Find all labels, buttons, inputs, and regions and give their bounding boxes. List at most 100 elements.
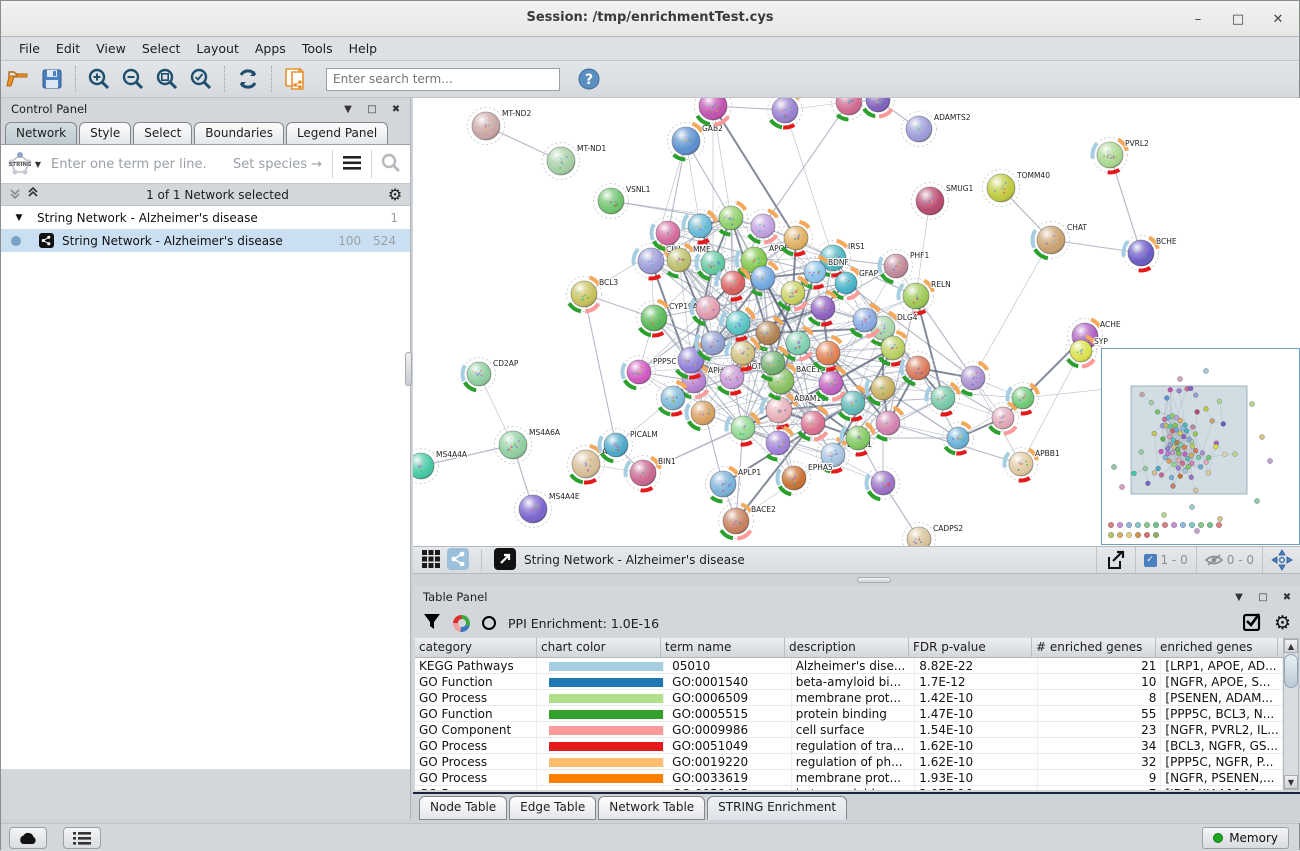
- network-from-file-button[interactable]: [278, 64, 312, 94]
- protein-node-vsnl1[interactable]: VSNL1: [594, 184, 651, 219]
- tree-expand-icon[interactable]: ▼: [9, 213, 29, 223]
- protein-node-picalm[interactable]: PICALM: [600, 429, 658, 462]
- tab-network[interactable]: Network: [5, 122, 77, 144]
- scroll-thumb[interactable]: [1284, 654, 1298, 688]
- tab-edge-table[interactable]: Edge Table: [509, 796, 596, 820]
- tab-boundaries[interactable]: Boundaries: [194, 122, 284, 144]
- column-header-1[interactable]: chart color: [537, 638, 661, 657]
- save-session-button[interactable]: [35, 64, 69, 94]
- table-row[interactable]: GO ProcessGO:0051049regulation of tra...…: [415, 738, 1283, 754]
- protein-node-apbb1[interactable]: APBB1: [1005, 448, 1060, 481]
- task-list-button[interactable]: [63, 827, 101, 849]
- protein-node-chat[interactable]: CHAT: [1033, 222, 1088, 259]
- table-panel-menu-icon[interactable]: ▼: [1231, 592, 1247, 603]
- navigator-button[interactable]: [1263, 547, 1300, 573]
- zoom-in-button[interactable]: [82, 64, 116, 94]
- table-row[interactable]: GO FunctionGO:0005515protein binding1.47…: [415, 706, 1283, 722]
- panel-float-icon[interactable]: □: [364, 104, 380, 115]
- protein-node-mt-nd2[interactable]: MT-ND2: [468, 108, 532, 145]
- protein-node[interactable]: [943, 423, 974, 454]
- export-network-button[interactable]: [1097, 547, 1136, 573]
- protein-node-adamts2[interactable]: ADAMTS2: [902, 112, 971, 147]
- column-header-6[interactable]: enriched genes: [1156, 638, 1278, 657]
- table-row[interactable]: GO ProcessGO:0050435beta-amyloid m...2.0…: [415, 786, 1283, 790]
- table-row[interactable]: GO ProcessGO:0006509membrane prot...1.42…: [415, 690, 1283, 706]
- protein-node[interactable]: [872, 407, 905, 440]
- protein-node-ppp5c[interactable]: PPP5C: [623, 356, 677, 389]
- memory-button[interactable]: Memory: [1202, 827, 1289, 849]
- network-share-view-icon[interactable]: [447, 548, 469, 573]
- maximize-button[interactable]: □: [1225, 7, 1251, 31]
- menu-help[interactable]: Help: [341, 38, 386, 59]
- string-query-placeholder[interactable]: Enter one term per line.: [47, 157, 233, 172]
- table-row[interactable]: GO FunctionGO:0001540beta-amyloid bi...1…: [415, 674, 1283, 690]
- tab-string-enrichment[interactable]: STRING Enrichment: [707, 796, 847, 820]
- protein-node[interactable]: [867, 372, 900, 405]
- protein-node[interactable]: [849, 304, 882, 337]
- protein-node-smug1[interactable]: SMUG1: [912, 183, 974, 220]
- table-row[interactable]: GO ProcessGO:0019220regulation of ph...1…: [415, 754, 1283, 770]
- protein-node-cadps2[interactable]: CADPS2: [903, 523, 964, 547]
- help-button[interactable]: ?: [572, 64, 606, 94]
- horizontal-splitter-grip[interactable]: [857, 577, 891, 583]
- protein-node-ms4a4e[interactable]: MS4A4E: [515, 491, 580, 528]
- protein-node[interactable]: [692, 292, 725, 325]
- protein-node[interactable]: [762, 427, 795, 460]
- tab-node-table[interactable]: Node Table: [419, 796, 507, 820]
- menu-view[interactable]: View: [88, 38, 134, 59]
- protein-node-bin1[interactable]: BIN1: [626, 456, 676, 491]
- table-row[interactable]: GO ProcessGO:0033619membrane prot...1.93…: [415, 770, 1283, 786]
- filter-icon[interactable]: [423, 613, 441, 634]
- network-collection-row[interactable]: ▼ String Network - Alzheimer's disease 1: [1, 206, 410, 229]
- protein-node[interactable]: [957, 362, 990, 395]
- protein-node-bche[interactable]: BCHE: [1124, 236, 1177, 271]
- column-header-5[interactable]: # enriched genes: [1032, 638, 1156, 657]
- protein-node[interactable]: [877, 332, 910, 365]
- birdseye-overview[interactable]: [1101, 348, 1300, 545]
- select-all-checkbox-icon[interactable]: [1243, 612, 1262, 634]
- string-logo-dropdown[interactable]: STRING ▼: [1, 151, 47, 177]
- collapse-all-icon[interactable]: [9, 187, 21, 202]
- protein-node[interactable]: [927, 382, 960, 415]
- expand-all-icon[interactable]: [27, 187, 39, 202]
- string-options-icon[interactable]: [333, 156, 371, 173]
- protein-node[interactable]: [657, 382, 690, 415]
- protein-node[interactable]: [777, 277, 810, 310]
- tab-network-table[interactable]: Network Table: [598, 796, 705, 820]
- pie-chart-icon[interactable]: [453, 615, 470, 632]
- zoom-selected-button[interactable]: [184, 64, 218, 94]
- protein-node[interactable]: [867, 467, 900, 500]
- network-options-gear-icon[interactable]: ⚙: [380, 185, 410, 204]
- zoom-out-button[interactable]: [116, 64, 150, 94]
- menu-select[interactable]: Select: [134, 38, 189, 59]
- protein-node-mt-nd1[interactable]: MT-ND1: [543, 143, 607, 180]
- horizontal-splitter[interactable]: [413, 574, 1300, 586]
- protein-node[interactable]: [837, 387, 870, 420]
- protein-node[interactable]: [687, 397, 720, 430]
- zoom-fit-button[interactable]: [150, 64, 184, 94]
- table-scrollbar[interactable]: ▲ ▼: [1283, 638, 1299, 790]
- protein-node[interactable]: [684, 210, 717, 243]
- protein-node[interactable]: [812, 337, 845, 370]
- protein-node[interactable]: [747, 210, 780, 243]
- string-search-icon[interactable]: [372, 153, 410, 176]
- protein-node[interactable]: [815, 367, 848, 400]
- table-panel-close-icon[interactable]: ✖: [1279, 592, 1295, 603]
- table-row[interactable]: GO ComponentGO:0009986cell surface1.54E-…: [415, 722, 1283, 738]
- column-header-4[interactable]: FDR p-value: [909, 638, 1032, 657]
- tab-legend-panel[interactable]: Legend Panel: [286, 122, 388, 144]
- column-header-2[interactable]: term name: [661, 638, 785, 657]
- protein-node[interactable]: [807, 292, 840, 325]
- search-input[interactable]: [326, 68, 560, 91]
- ring-chart-icon[interactable]: [482, 616, 496, 630]
- protein-node[interactable]: [842, 422, 875, 455]
- protein-node[interactable]: [797, 407, 830, 440]
- scroll-up-icon[interactable]: ▲: [1284, 639, 1298, 653]
- network-row-selected[interactable]: String Network - Alzheimer's disease 100…: [1, 229, 410, 252]
- protein-node[interactable]: [768, 98, 803, 128]
- protein-node-ms4a4a[interactable]: MS4A4A: [413, 449, 468, 484]
- close-button[interactable]: ✕: [1265, 7, 1291, 31]
- menu-apps[interactable]: Apps: [247, 38, 294, 59]
- protein-node[interactable]: [780, 222, 813, 255]
- panel-close-icon[interactable]: ✖: [388, 104, 404, 115]
